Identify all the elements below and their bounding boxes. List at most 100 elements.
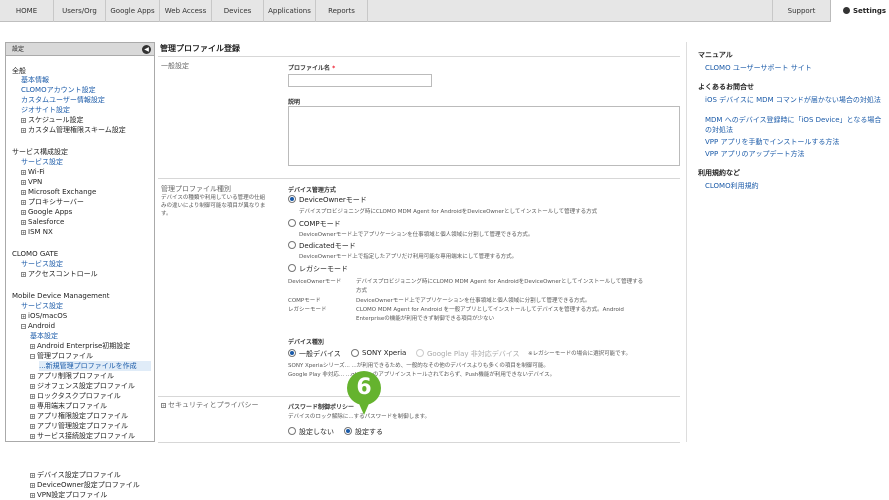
nav-home[interactable]: HOME [0,0,54,22]
expand-icon: + [21,200,26,205]
section-security-privacy[interactable]: + セキュリティとプライバシー [161,400,258,410]
section-general: 一般設定 [161,62,189,70]
sidebar-item-label: デバイス設定プロファイル [37,471,121,479]
terms-heading: 利用規約など [698,169,740,177]
sidebar-item-geosite[interactable]: ジオサイト設定 [21,105,70,115]
deviceowner-mode-desc: デバイスプロビジョニング時にCLOMO MDM Agent for Androi… [299,209,598,215]
radio-deviceowner-mode[interactable] [288,195,296,203]
expand-icon: + [30,344,35,349]
expand-icon: + [21,210,26,215]
description-textarea[interactable] [288,106,680,166]
sidebar-item-clomo-account[interactable]: CLOMOアカウント設定 [21,85,96,95]
profile-type-help: す。 [161,211,172,217]
sidebar-overflow-item-vpn-profile[interactable]: + VPN設定プロファイル [30,490,107,500]
faq-link-3[interactable]: VPP アプリを手動でインストールする方法 [705,137,885,147]
profile-name-input[interactable] [288,74,432,87]
sidebar-item-exchange[interactable]: + Microsoft Exchange [21,187,96,197]
sidebar-item-gate-service-settings[interactable]: サービス設定 [21,259,63,269]
terms-link[interactable]: CLOMO利用規約 [705,181,885,191]
comp-mode-desc: DeviceOwnerモード上でアプリケーションを仕事領域と個人領域に分割して管… [299,232,534,238]
sidebar-item-app-management[interactable]: + アプリ管理設定プロファイル [30,421,128,431]
summary-key-legacy: レガシーモード [288,307,327,313]
expand-icon: + [21,272,26,277]
sidebar-item-vpn[interactable]: + VPN [21,177,42,187]
manual-heading: マニュアル [698,51,733,59]
required-mark: * [332,65,336,72]
summary-value-deviceowner: デバイスプロビジョニング時にCLOMO MDM Agent for Androi… [356,279,644,285]
radio-legacy-mode[interactable] [288,264,296,272]
nav-google-apps[interactable]: Google Apps [106,0,160,22]
sidebar-item-google-apps[interactable]: + Google Apps [21,207,72,217]
profile-type-help: みの違いにより制御可能な項目が異なりま [161,203,266,209]
sidebar-item-management-profile[interactable]: − 管理プロファイル [30,351,93,361]
sidebar-item-app-restriction[interactable]: + アプリ制限プロファイル [30,371,114,381]
radio-sony-xperia[interactable] [351,349,359,357]
expand-icon: + [21,170,26,175]
sidebar-item-android[interactable]: − Android [21,321,55,331]
sidebar-item-schedule[interactable]: + スケジュール設定 [21,115,84,125]
sidebar-item-service-settings[interactable]: サービス設定 [21,157,63,167]
top-nav-bar: HOME Users/Org Google Apps Web Access De… [0,0,889,22]
sidebar-item-label: アプリ制限プロファイル [37,372,114,380]
radio-comp-mode[interactable] [288,219,296,227]
sidebar-item-label: ロックタスクプロファイル [37,392,121,400]
sony-xperia-label: SONY Xperia [362,349,407,357]
divider [158,396,680,397]
sidebar-item-android-basic[interactable]: 基本設定 [30,331,58,341]
sidebar-item-label: VPN [28,178,43,186]
sidebar-item-label: DeviceOwner設定プロファイル [37,481,140,489]
nav-settings[interactable]: Settings [830,0,889,22]
sidebar-item-label: アプリ権限設定プロファイル [37,412,128,420]
dedicated-mode-label: Dedicatedモード [299,242,356,250]
radio-password-off[interactable] [288,427,296,435]
radio-general-device[interactable] [288,349,296,357]
legacy-mode-label: レガシーモード [299,265,348,273]
faq-link-2[interactable]: MDM へのデバイス登録時に「iOS Device」となる場合の対処法 [705,115,885,135]
expand-icon: + [30,404,35,409]
radio-password-on[interactable] [344,427,352,435]
sidebar-item-wifi[interactable]: + Wi-Fi [21,167,45,177]
summary-value-deviceowner: 方式 [356,288,368,294]
sidebar-item-access-control[interactable]: + アクセスコントロール [21,269,98,279]
nav-devices[interactable]: Devices [212,0,264,22]
sidebar-item-android-enterprise-init[interactable]: + Android Enterprise初期設定 [30,341,130,351]
section-profile-type: 管理プロファイル種別 [161,185,231,193]
sidebar-item-basic-info[interactable]: 基本情報 [21,75,49,85]
nav-support[interactable]: Support [772,0,830,22]
sidebar-item-geofence[interactable]: + ジオフェンス設定プロファイル [30,381,135,391]
sidebar-item-mdm-service-settings[interactable]: サービス設定 [21,301,63,311]
sidebar-overflow-item-device-settings[interactable]: + デバイス設定プロファイル [30,470,121,480]
sidebar-item-label: Salesforce [28,218,65,226]
sidebar-item-label: カスタム管理権限スキーム設定 [28,126,126,134]
sidebar-item-custom-admin-scheme[interactable]: + カスタム管理権限スキーム設定 [21,125,126,135]
nav-reports[interactable]: Reports [316,0,368,22]
divider [158,442,680,443]
sidebar-item-new-profile[interactable]: ...新規管理プロファイルを作成 [39,361,151,371]
no-google-play-note: ※レガシーモードの場合に選択可能です。 [528,351,632,357]
nav-web-access[interactable]: Web Access [160,0,212,22]
sidebar-item-service-connection[interactable]: + サービス接続設定プロファイル [30,431,135,441]
sidebar-item-label: アクセスコントロール [28,270,98,278]
radio-no-google-play[interactable] [416,349,424,357]
radio-dedicated-mode[interactable] [288,241,296,249]
comp-mode-label: COMPモード [299,220,341,228]
faq-heading: よくあるお問合せ [698,83,754,91]
collapse-icon: − [21,324,26,329]
sidebar-item-proxy[interactable]: + プロキシサーバー [21,197,84,207]
sidebar-item-app-permission[interactable]: + アプリ権限設定プロファイル [30,411,128,421]
faq-link-1[interactable]: iOS デバイスに MDM コマンドが届かない場合の対処法 [705,95,885,105]
sidebar-item-lock-task[interactable]: + ロックタスクプロファイル [30,391,121,401]
nav-applications[interactable]: Applications [264,0,316,22]
sidebar-overflow-item-deviceowner[interactable]: + DeviceOwner設定プロファイル [30,480,140,490]
sidebar-item-ism-nx[interactable]: + ISM NX [21,227,53,237]
manual-link[interactable]: CLOMO ユーザーサポート サイト [705,63,885,73]
sidebar-item-custom-user-info[interactable]: カスタムユーザー情報設定 [21,95,105,105]
general-device-label: 一般デバイス [299,350,341,358]
sidebar-item-ios-macos[interactable]: + iOS/macOS [21,311,67,321]
faq-link-4[interactable]: VPP アプリのアップデート方法 [705,149,885,159]
collapse-sidebar-icon[interactable]: ◀ [142,45,151,54]
sidebar-item-label: iOS/macOS [28,312,68,320]
sidebar-item-salesforce[interactable]: + Salesforce [21,217,64,227]
nav-users-org[interactable]: Users/Org [54,0,106,22]
sidebar-item-dedicated-device[interactable]: + 専用端末プロファイル [30,401,107,411]
